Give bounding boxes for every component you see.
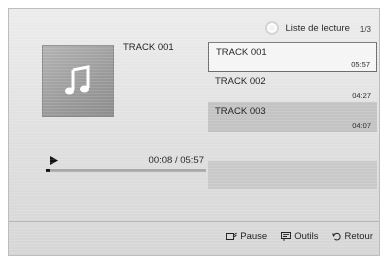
play-icon[interactable]	[50, 156, 58, 165]
track-duration: 04:07	[352, 121, 371, 130]
playback-bar: 00:08 / 05:57	[46, 154, 206, 174]
progress-bar[interactable]	[46, 169, 206, 172]
track-duration: 05:57	[351, 60, 370, 69]
tools-button[interactable]: Outils	[281, 231, 318, 242]
playlist-header: Liste de lecture 1/3	[265, 21, 371, 35]
track-title: TRACK 002	[215, 76, 266, 87]
now-playing-title: TRACK 001	[123, 42, 174, 53]
track-item[interactable]: TRACK 001 05:57	[208, 42, 377, 72]
page-indicator: 1/3	[359, 24, 371, 34]
back-label: Retour	[344, 231, 373, 242]
track-item[interactable]: TRACK 003 04:07	[208, 102, 377, 132]
track-item[interactable]: TRACK 002 04:27	[208, 72, 377, 102]
pause-button[interactable]: Pause	[226, 231, 267, 242]
footer-divider	[9, 221, 379, 222]
footer-controls: Pause Outils Retour	[226, 231, 373, 242]
pause-icon	[226, 232, 238, 240]
music-note-icon	[65, 65, 90, 95]
tools-icon	[281, 232, 292, 241]
return-icon	[332, 232, 342, 241]
playlist-label: Liste de lecture	[285, 22, 350, 34]
track-title: TRACK 001	[216, 47, 267, 58]
music-player-screen: Liste de lecture 1/3 TRACK 001 00:08 / 0…	[8, 8, 380, 256]
playback-time: 00:08 / 05:57	[148, 155, 204, 166]
empty-track-slot	[208, 161, 377, 189]
pause-label: Pause	[240, 231, 268, 242]
progress-fill	[46, 169, 50, 172]
back-button[interactable]: Retour	[332, 231, 373, 242]
album-art	[42, 45, 114, 117]
track-list: TRACK 001 05:57 TRACK 002 04:27 TRACK 00…	[208, 42, 377, 132]
playlist-icon	[265, 21, 280, 35]
tools-label: Outils	[294, 231, 319, 242]
track-title: TRACK 003	[215, 106, 266, 117]
track-duration: 04:27	[352, 91, 371, 100]
